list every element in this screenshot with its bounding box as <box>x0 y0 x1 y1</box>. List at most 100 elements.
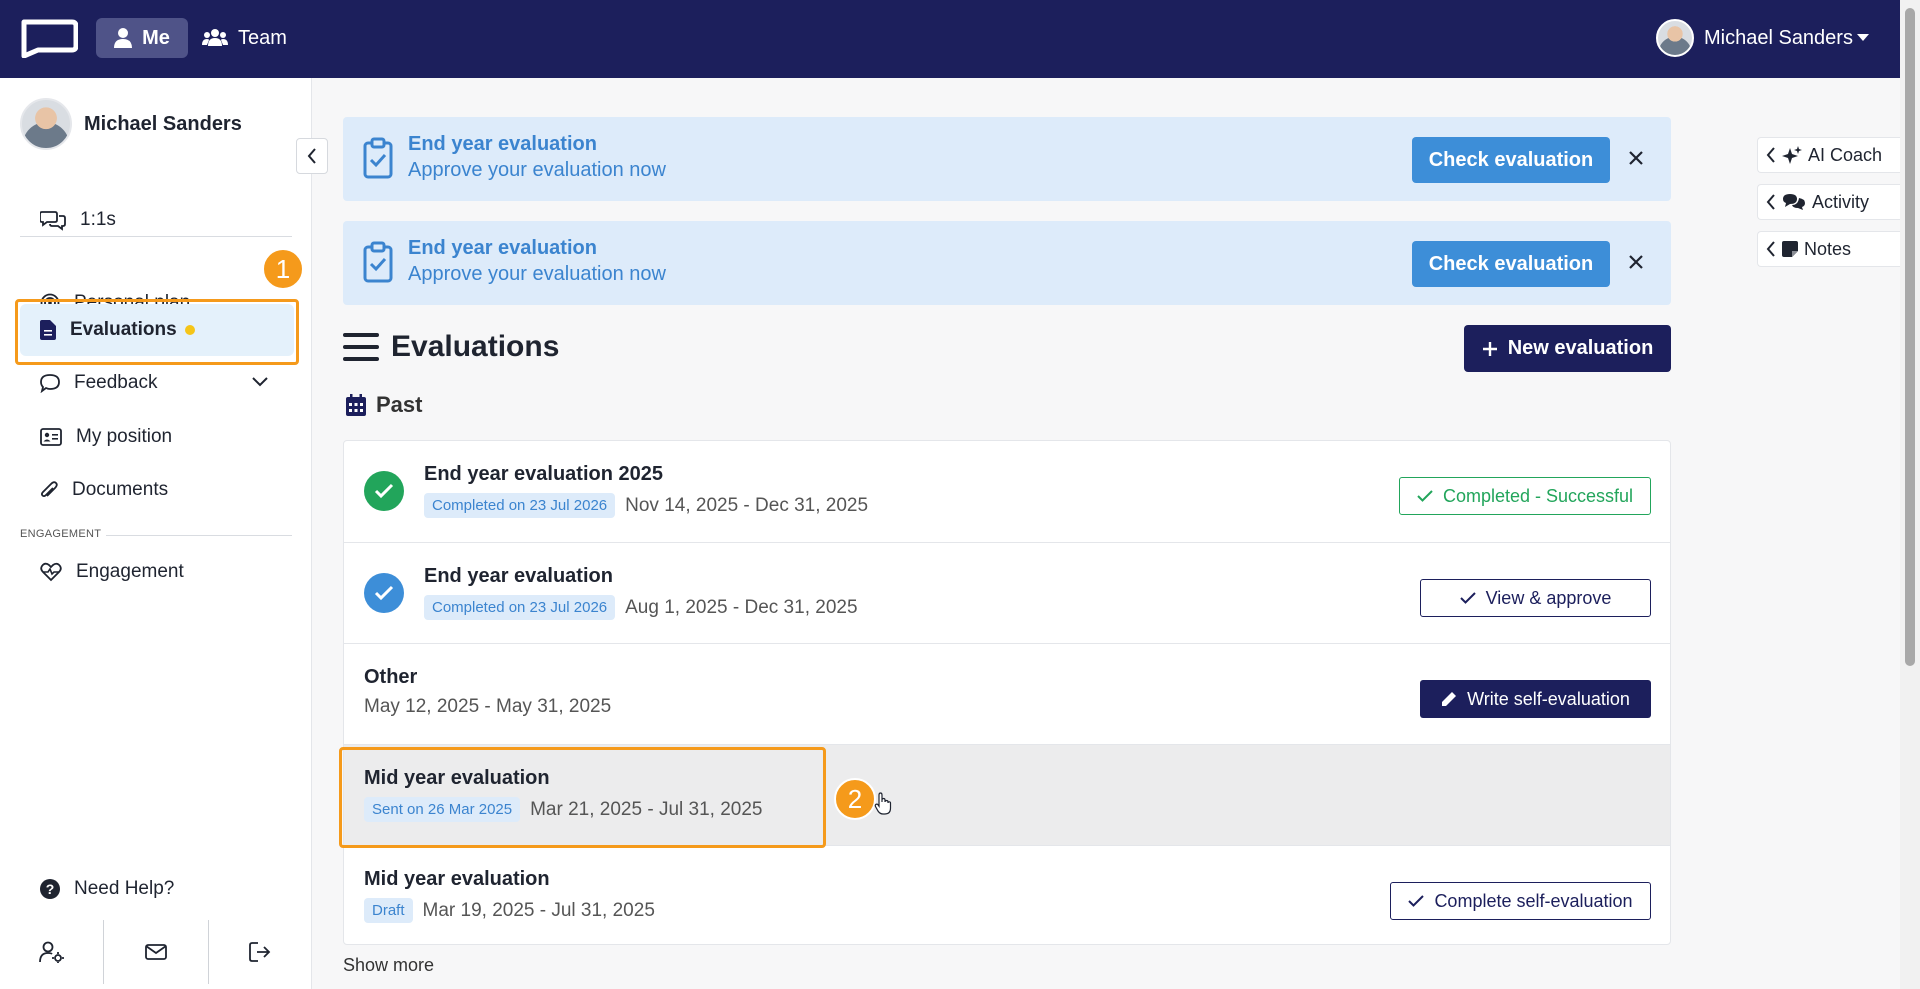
sidebar-item-engagement[interactable]: Engagement <box>20 546 294 598</box>
team-icon <box>202 29 228 46</box>
check-icon <box>1417 490 1433 502</box>
close-icon[interactable] <box>1625 147 1647 169</box>
list-item[interactable]: Other May 12, 2025 - May 31, 2025 Write … <box>344 643 1670 744</box>
sidebar-item-label: 1:1s <box>80 209 116 230</box>
complete-self-evaluation-button[interactable]: Complete self-evaluation <box>1390 882 1651 920</box>
pencil-icon <box>1442 692 1457 706</box>
view-approve-button[interactable]: View & approve <box>1420 579 1651 617</box>
speech-bubble-icon <box>40 374 60 393</box>
sidebar-item-label: Feedback <box>74 372 158 393</box>
write-self-evaluation-button[interactable]: Write self-evaluation <box>1420 680 1651 718</box>
sticky-note-icon <box>1782 241 1798 257</box>
sidebar-profile[interactable]: Michael Sanders <box>20 98 242 150</box>
plus-icon <box>1482 341 1497 356</box>
notes-label: Notes <box>1804 238 1852 259</box>
nav-me-tab[interactable]: Me <box>96 18 188 58</box>
highlight-box <box>15 299 299 365</box>
account-settings-button[interactable] <box>0 920 103 984</box>
check-circle-icon <box>364 573 404 613</box>
user-gear-icon <box>38 941 64 963</box>
calendar-icon <box>346 394 366 416</box>
sidebar-item-documents[interactable]: Documents <box>20 464 294 516</box>
button-label: Completed - Successful <box>1442 485 1634 506</box>
sparkles-icon <box>1782 146 1802 164</box>
new-evaluation-button[interactable]: New evaluation <box>1464 325 1671 372</box>
envelope-icon <box>145 944 167 960</box>
clipboard-check-icon <box>363 137 393 179</box>
svg-text:?: ? <box>46 881 55 897</box>
app-logo-icon[interactable] <box>18 18 78 58</box>
completed-successful-button[interactable]: Completed - Successful <box>1399 477 1651 515</box>
notes-panel-toggle[interactable]: Notes <box>1757 231 1900 267</box>
list-item[interactable]: End year evaluation Completed on 23 Jul … <box>344 542 1670 643</box>
sidebar-item-1on1s[interactable]: 1:1s <box>20 194 294 246</box>
section-past-label: Past <box>376 392 423 417</box>
messages-button[interactable] <box>103 920 207 984</box>
list-item[interactable]: Mid year evaluation Draft Mar 19, 2025 -… <box>344 845 1670 944</box>
evaluation-dates: May 12, 2025 - May 31, 2025 <box>364 696 612 717</box>
scrollbar-thumb[interactable] <box>1905 8 1915 666</box>
check-icon <box>1408 895 1425 907</box>
top-bar: Me Team Michael Sanders <box>0 0 1900 78</box>
step-badge: 1 <box>262 248 304 290</box>
logout-icon <box>249 942 271 962</box>
evaluation-meta: Completed on 23 Jul 2026 Aug 1, 2025 - D… <box>424 595 858 620</box>
sidebar: Michael Sanders 1:1s Personal plan Evalu… <box>0 78 312 989</box>
ai-coach-panel-toggle[interactable]: AI Coach <box>1757 137 1900 173</box>
sidebar-item-label: My position <box>76 426 173 447</box>
evaluation-banner: End year evaluation Approve your evaluat… <box>343 221 1671 305</box>
button-label: Write self-evaluation <box>1467 688 1630 709</box>
nav-me-label: Me <box>142 26 170 49</box>
id-card-icon <box>40 428 62 446</box>
activity-label: Activity <box>1812 191 1870 212</box>
hamburger-menu-icon[interactable] <box>343 332 379 362</box>
check-icon <box>1459 592 1476 604</box>
page-title-text: Evaluations <box>391 330 560 363</box>
list-item[interactable]: End year evaluation 2025 Completed on 23… <box>344 441 1670 542</box>
comments-icon <box>1783 194 1805 210</box>
check-evaluation-button[interactable]: Check evaluation <box>1412 241 1610 287</box>
evaluation-dates: Mar 19, 2025 - Jul 31, 2025 <box>422 899 655 921</box>
clipboard-check-icon <box>363 241 393 283</box>
evaluation-title: End year evaluation 2025 <box>424 463 664 485</box>
chevron-left-icon <box>307 148 316 164</box>
highlight-box <box>339 747 826 848</box>
evaluations-list: End year evaluation 2025 Completed on 23… <box>343 440 1671 945</box>
activity-panel-toggle[interactable]: Activity <box>1757 184 1900 220</box>
show-more-link[interactable]: Show more <box>343 955 434 976</box>
need-help-link[interactable]: ? Need Help? <box>20 863 294 915</box>
section-past: Past <box>346 392 422 418</box>
sidebar-item-label: Engagement <box>76 561 184 582</box>
evaluation-title: Other <box>364 666 418 688</box>
chevron-down-icon[interactable] <box>252 377 268 387</box>
heart-pulse-icon <box>40 562 62 582</box>
avatar <box>1656 19 1694 57</box>
hand-cursor-icon <box>874 792 892 815</box>
evaluation-dates: Aug 1, 2025 - Dec 31, 2025 <box>625 596 858 618</box>
evaluation-title: End year evaluation <box>424 565 613 587</box>
section-divider <box>106 535 292 536</box>
sidebar-item-my-position[interactable]: My position <box>20 411 294 463</box>
banner-title: End year evaluation <box>408 237 597 259</box>
check-evaluation-button[interactable]: Check evaluation <box>1412 137 1610 183</box>
nav-team-tab[interactable]: Team <box>202 18 287 58</box>
sidebar-footer <box>0 920 312 984</box>
ai-coach-label: AI Coach <box>1808 144 1883 165</box>
sidebar-item-label: Documents <box>72 479 169 500</box>
status-badge: Completed on 23 Jul 2026 <box>424 595 616 620</box>
banner-subtitle: Approve your evaluation now <box>408 263 666 285</box>
avatar <box>20 98 72 150</box>
user-menu-name: Michael Sanders <box>1704 26 1853 49</box>
close-icon[interactable] <box>1625 251 1647 273</box>
banner-subtitle: Approve your evaluation now <box>408 159 666 181</box>
evaluation-meta: May 12, 2025 - May 31, 2025 <box>364 696 611 718</box>
sidebar-divider <box>20 236 292 237</box>
collapse-sidebar-button[interactable] <box>296 138 328 174</box>
chevron-left-icon <box>1766 194 1775 210</box>
logout-button[interactable] <box>207 920 312 984</box>
need-help-label: Need Help? <box>74 878 175 899</box>
user-menu[interactable]: Michael Sanders <box>1656 16 1869 60</box>
chevron-left-icon <box>1766 147 1775 163</box>
evaluation-banner: End year evaluation Approve your evaluat… <box>343 117 1671 201</box>
check-circle-icon <box>364 471 404 511</box>
